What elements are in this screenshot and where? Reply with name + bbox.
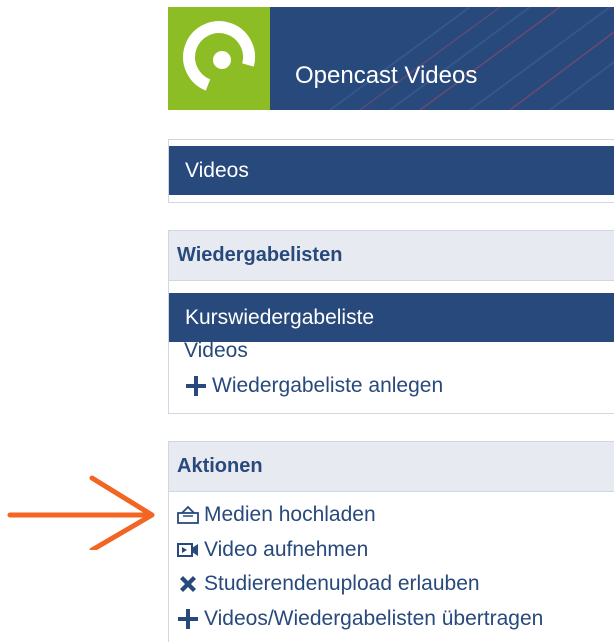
nav-item-course-playlist[interactable]: Kurswiedergabeliste	[169, 293, 614, 342]
banner-title: Opencast Videos	[295, 62, 478, 89]
x-icon	[176, 572, 200, 596]
orange-arrow-icon	[7, 475, 155, 550]
add-playlist-label: Wiedergabeliste anlegen	[212, 374, 444, 397]
upload-icon	[176, 503, 200, 527]
upload-media-link[interactable]: Medien hochladen	[176, 502, 376, 528]
opencast-logo-icon	[183, 21, 256, 91]
opencast-logo	[168, 7, 270, 110]
transfer-videos-link[interactable]: Videos/Wiedergabelisten übertragen	[176, 606, 543, 632]
videos-widget: Videos	[168, 139, 614, 203]
playlist-item-videos[interactable]: Videos	[184, 338, 248, 364]
plus-icon	[184, 374, 208, 398]
opencast-banner: Opencast Videos	[168, 7, 614, 110]
playlists-header: Wiedergabelisten	[169, 231, 614, 281]
add-playlist-link[interactable]: Wiedergabeliste anlegen	[184, 373, 443, 399]
nav-item-videos[interactable]: Videos	[169, 146, 614, 195]
sidebar: Opencast Videos Videos Wiedergabelisten …	[168, 0, 614, 642]
allow-student-upload-link[interactable]: Studierendenupload erlauben	[176, 571, 480, 597]
transfer-videos-label: Videos/Wiedergabelisten übertragen	[204, 607, 544, 630]
plus-icon	[176, 607, 200, 631]
playlist-item-label: Videos	[184, 339, 248, 362]
record-video-label: Video aufnehmen	[204, 538, 369, 561]
video-camera-icon	[176, 538, 200, 562]
actions-header: Aktionen	[169, 442, 614, 492]
upload-media-label: Medien hochladen	[204, 503, 376, 526]
allow-student-upload-label: Studierendenupload erlauben	[204, 572, 480, 595]
banner-background	[270, 7, 614, 110]
record-video-link[interactable]: Video aufnehmen	[176, 537, 368, 563]
